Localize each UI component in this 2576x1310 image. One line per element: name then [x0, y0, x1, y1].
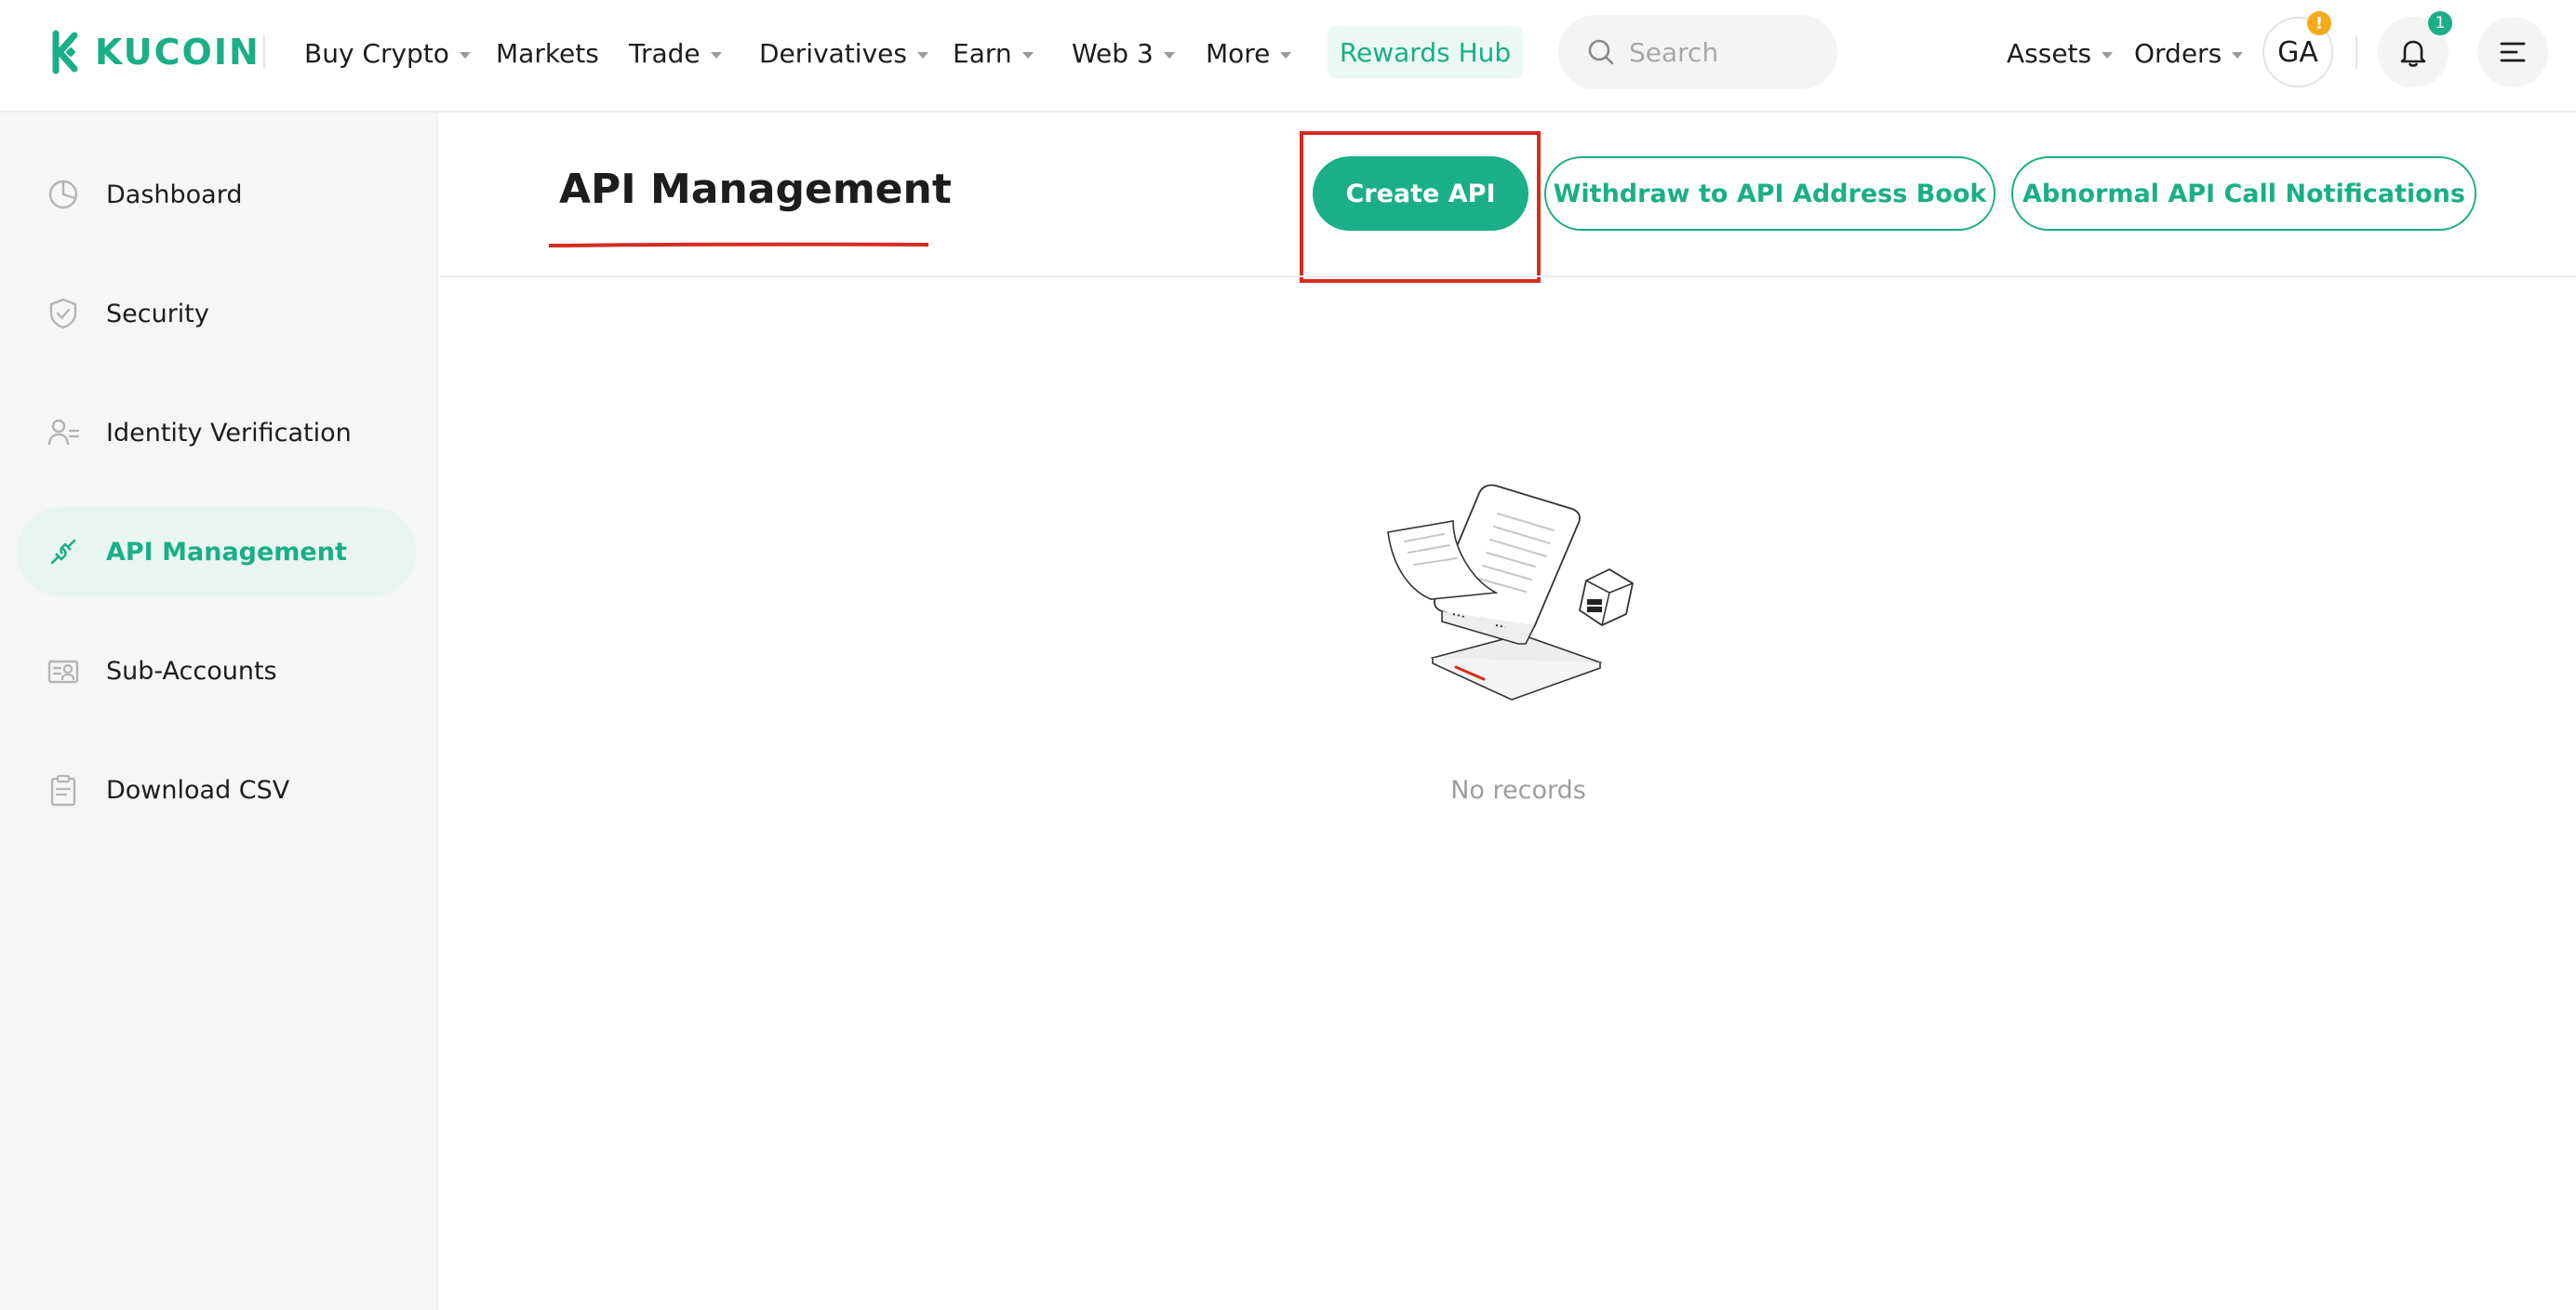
title-underline-annotation	[549, 242, 928, 247]
logo-text: KUCOIN	[95, 32, 260, 73]
chevron-down-icon	[1280, 51, 1292, 59]
nav-buy-crypto-label: Buy Crypto	[304, 37, 449, 69]
menu-button[interactable]	[2477, 17, 2548, 87]
sidebar-item-identity-verification[interactable]: Identity Verification	[17, 388, 417, 477]
sidebar-item-label: Download CSV	[106, 775, 290, 805]
search-box[interactable]	[1558, 15, 1837, 89]
chevron-down-icon	[1163, 51, 1175, 59]
shield-icon	[49, 298, 77, 329]
sidebar-item-label: API Management	[106, 537, 347, 567]
create-api-highlight-box	[1300, 131, 1541, 283]
rewards-hub-link[interactable]: Rewards Hub	[1328, 26, 1523, 78]
nav-more[interactable]: More	[1206, 32, 1292, 74]
nav-assets-label: Assets	[2007, 37, 2092, 69]
empty-state-text: No records	[1450, 776, 1586, 805]
sidebar-item-label: Dashboard	[106, 180, 243, 209]
nav-web3-label: Web 3	[1072, 37, 1154, 69]
search-input[interactable]	[1629, 36, 1834, 68]
sub-accounts-icon	[47, 660, 79, 684]
nav-assets[interactable]: Assets	[2007, 32, 2114, 74]
sidebar-item-api-management[interactable]: API Management	[17, 507, 417, 596]
top-navigation-bar: KUCOIN Buy Crypto Markets Trade Derivati…	[0, 0, 2576, 113]
sidebar-item-security[interactable]: Security	[17, 269, 417, 358]
withdraw-address-book-button[interactable]: Withdraw to API Address Book	[1544, 156, 1995, 231]
chevron-down-icon	[916, 51, 928, 59]
pie-chart-icon	[48, 180, 78, 209]
nav-web3[interactable]: Web 3	[1072, 32, 1175, 74]
nav-buy-crypto[interactable]: Buy Crypto	[304, 32, 471, 74]
nav-orders-label: Orders	[2134, 37, 2222, 69]
sidebar-item-label: Identity Verification	[106, 418, 352, 448]
chevron-down-icon	[2232, 51, 2244, 59]
nav-more-label: More	[1206, 37, 1271, 69]
nav-markets-label: Markets	[496, 37, 599, 69]
user-id-icon	[47, 419, 80, 446]
account-divider	[2356, 35, 2357, 69]
kucoin-logo[interactable]: KUCOIN	[41, 28, 260, 76]
notification-count-badge: 1	[2428, 11, 2452, 35]
clipboard-icon	[50, 774, 76, 807]
sidebar-item-download-csv[interactable]: Download CSV	[17, 745, 417, 835]
sidebar-item-label: Security	[106, 299, 209, 328]
chevron-down-icon	[459, 51, 471, 59]
search-icon	[1588, 39, 1614, 65]
chevron-down-icon	[1021, 51, 1034, 59]
nav-earn-label: Earn	[953, 37, 1012, 69]
chevron-down-icon	[710, 51, 722, 59]
sidebar-item-dashboard[interactable]: Dashboard	[17, 150, 417, 239]
nav-trade-label: Trade	[629, 37, 701, 69]
hamburger-menu-icon	[2500, 42, 2526, 62]
logo-divider	[263, 35, 265, 69]
chevron-down-icon	[2102, 51, 2114, 59]
api-plug-icon	[50, 539, 76, 565]
page-title: API Management	[559, 166, 952, 213]
nav-trade[interactable]: Trade	[629, 32, 722, 74]
nav-orders[interactable]: Orders	[2134, 32, 2244, 74]
sidebar-item-sub-accounts[interactable]: Sub-Accounts	[17, 626, 417, 715]
bell-icon	[2400, 40, 2426, 67]
empty-state-illustration	[1387, 484, 1635, 701]
nav-earn[interactable]: Earn	[953, 32, 1034, 74]
sidebar-item-label: Sub-Accounts	[106, 656, 277, 686]
avatar-warning-badge: !	[2307, 11, 2331, 35]
abnormal-notifications-button[interactable]: Abnormal API Call Notifications	[2011, 156, 2476, 231]
nav-derivatives-label: Derivatives	[759, 37, 907, 69]
sidebar: Dashboard Security Identity Verification…	[0, 113, 438, 1310]
header-divider	[440, 275, 2576, 277]
nav-derivatives[interactable]: Derivatives	[759, 32, 928, 74]
kucoin-logo-icon	[52, 30, 78, 74]
nav-markets[interactable]: Markets	[496, 32, 599, 74]
